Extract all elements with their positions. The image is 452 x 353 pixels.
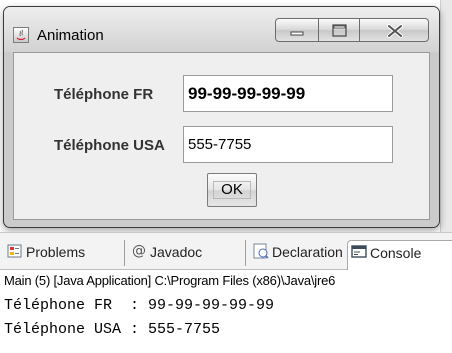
- minimize-button[interactable]: [275, 18, 319, 42]
- ok-button[interactable]: OK: [207, 173, 257, 207]
- console-icon: [351, 244, 367, 260]
- problems-icon: [7, 243, 23, 259]
- tab-declaration[interactable]: Declaration: [250, 240, 346, 270]
- tab-separator: [124, 240, 125, 266]
- tab-separator: [245, 240, 246, 266]
- window-title: Animation: [37, 27, 104, 44]
- telephone-usa-label: Téléphone USA: [54, 137, 165, 154]
- tab-console[interactable]: Console: [347, 240, 452, 270]
- console-output-line: Téléphone USA : 555-7755: [4, 321, 221, 338]
- ide-scrollbar-strip[interactable]: [440, 0, 452, 232]
- java-app-icon: [13, 27, 29, 43]
- console-view: Problems @ Javadoc Declaration Console M…: [0, 232, 452, 353]
- telephone-fr-label: Téléphone FR: [54, 86, 154, 103]
- tab-javadoc-label: Javadoc: [150, 244, 203, 260]
- tab-problems-label: Problems: [26, 244, 86, 260]
- tab-console-label: Console: [370, 245, 422, 261]
- animation-dialog: Animation Téléphone FR 99-99-99-99-99 Té…: [3, 6, 440, 228]
- declaration-icon: [253, 243, 269, 259]
- console-output-line: Téléphone FR : 99-99-99-99-99: [4, 297, 275, 314]
- console-launch-line: Main (5) [Java Application] C:\Program F…: [4, 273, 336, 288]
- maximize-button[interactable]: [318, 18, 360, 42]
- ok-button-label: OK: [221, 181, 243, 198]
- view-tab-bar: Problems @ Javadoc Declaration Console: [0, 233, 452, 270]
- telephone-fr-field[interactable]: 99-99-99-99-99: [183, 75, 393, 112]
- tab-declaration-label: Declaration: [272, 244, 343, 260]
- dialog-content: Téléphone FR 99-99-99-99-99 Téléphone US…: [13, 52, 430, 220]
- telephone-usa-field[interactable]: 555-7755: [183, 126, 393, 163]
- title-bar[interactable]: Animation: [4, 7, 439, 52]
- at-sign-icon: @: [132, 243, 146, 259]
- tab-problems[interactable]: Problems: [4, 240, 122, 270]
- close-button[interactable]: [359, 18, 429, 42]
- tab-javadoc[interactable]: @ Javadoc: [128, 240, 242, 270]
- window-controls: [275, 18, 430, 45]
